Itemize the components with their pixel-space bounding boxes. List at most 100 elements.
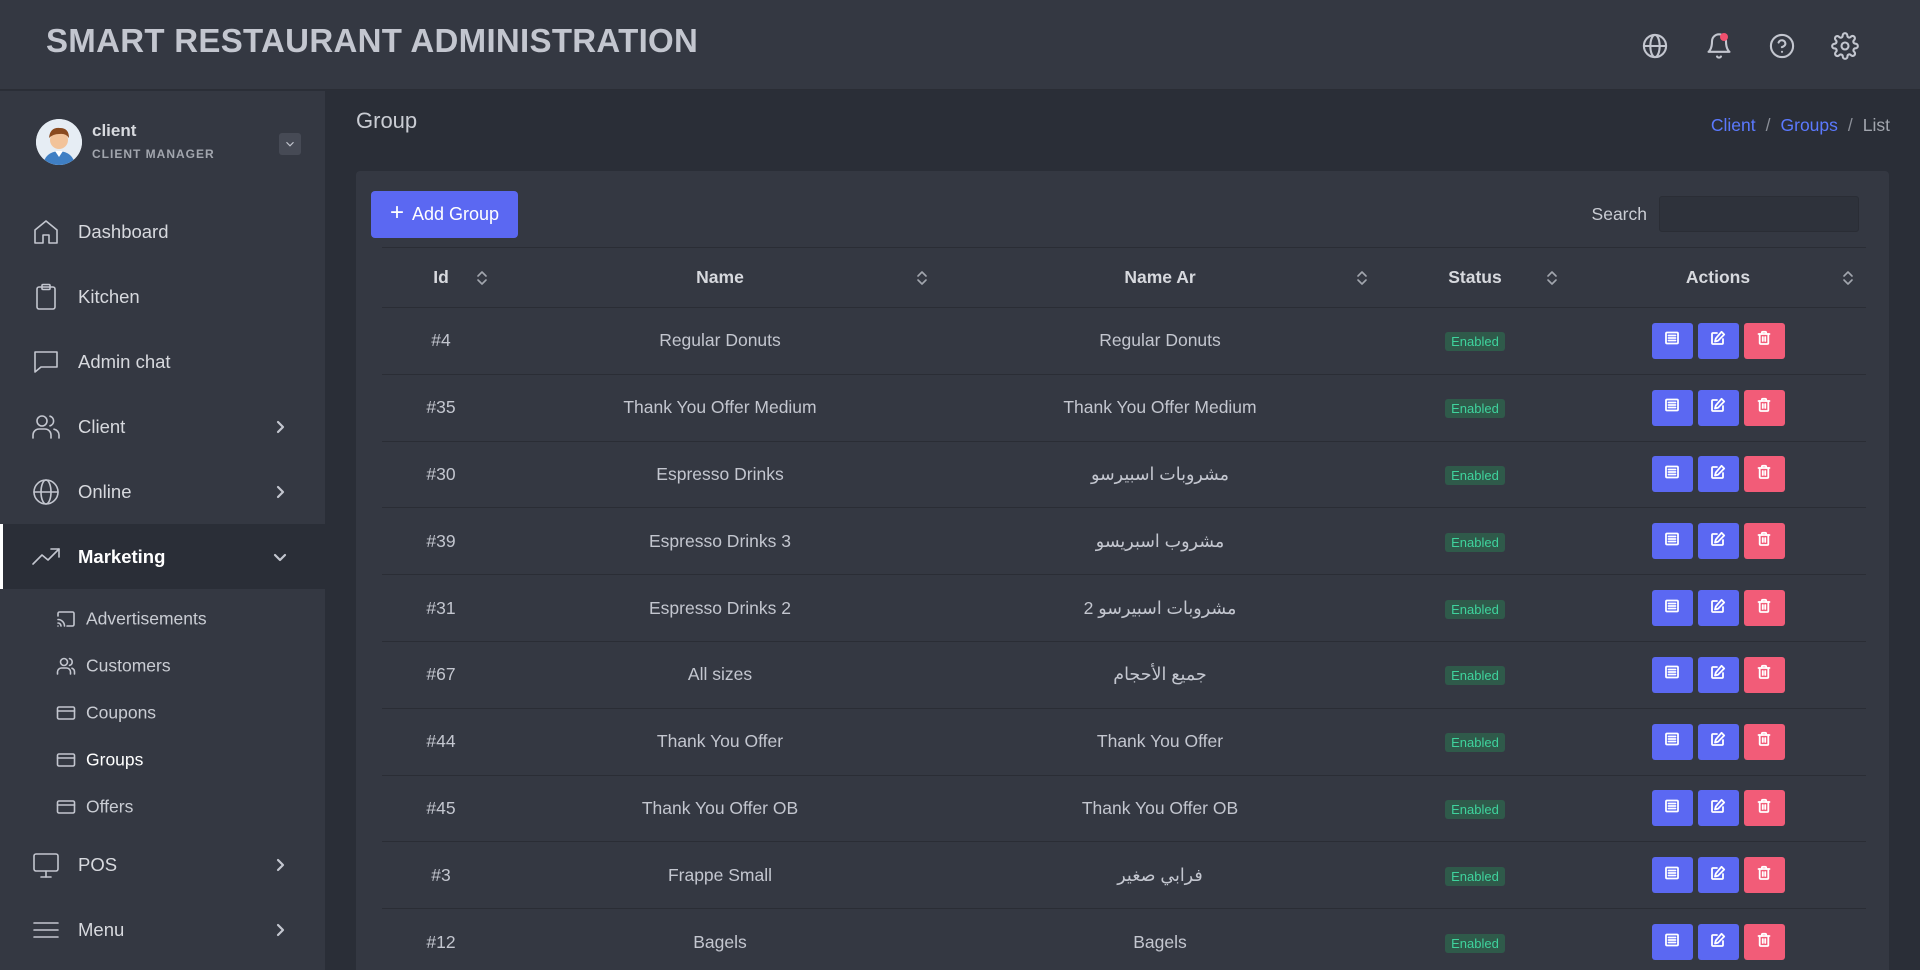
cell-name: Espresso Drinks 3 bbox=[500, 507, 940, 576]
sidebar-item-admin-chat[interactable]: Admin chat bbox=[0, 329, 325, 394]
sidebar-subitem-advertisements[interactable]: Advertisements bbox=[0, 595, 325, 642]
view-button[interactable] bbox=[1651, 456, 1693, 493]
sidebar-subitem-groups[interactable]: Groups bbox=[0, 736, 325, 783]
table-row: #44 Thank You Offer Thank You Offer Enabled bbox=[382, 708, 1866, 776]
sidebar-item-pos[interactable]: POS bbox=[0, 832, 325, 897]
delete-button[interactable] bbox=[1743, 857, 1785, 894]
sort-icon[interactable] bbox=[476, 269, 488, 287]
delete-button[interactable] bbox=[1743, 389, 1785, 426]
trash-icon bbox=[1756, 598, 1772, 619]
sort-icon[interactable] bbox=[1842, 269, 1854, 287]
help-icon[interactable] bbox=[1764, 28, 1800, 64]
edit-button[interactable] bbox=[1697, 456, 1739, 493]
sidebar-subitem-coupons[interactable]: Coupons bbox=[0, 689, 325, 736]
column-header-label: Status bbox=[1448, 267, 1502, 287]
column-header-actions[interactable]: Actions bbox=[1570, 247, 1866, 308]
delete-button[interactable] bbox=[1743, 656, 1785, 693]
sort-icon[interactable] bbox=[916, 269, 928, 287]
trash-icon bbox=[1756, 932, 1772, 953]
profile-role: CLIENT MANAGER bbox=[92, 147, 215, 161]
sort-icon[interactable] bbox=[1356, 269, 1368, 287]
cell-actions bbox=[1570, 574, 1866, 642]
edit-icon bbox=[1710, 531, 1726, 552]
bell-icon[interactable] bbox=[1701, 28, 1737, 64]
add-group-button[interactable]: + Add Group bbox=[371, 191, 518, 238]
users-icon bbox=[30, 411, 62, 443]
trash-icon bbox=[1756, 798, 1772, 819]
column-header-status[interactable]: Status bbox=[1380, 247, 1570, 308]
list-icon bbox=[1664, 330, 1680, 351]
edit-button[interactable] bbox=[1697, 723, 1739, 760]
sidebar-item-label: Online bbox=[78, 480, 132, 502]
cell-name: Frappe Small bbox=[500, 841, 940, 910]
search-input[interactable] bbox=[1659, 196, 1859, 232]
cell-name-ar: Thank You Offer OB bbox=[940, 775, 1380, 843]
edit-button[interactable] bbox=[1697, 590, 1739, 627]
column-header-name[interactable]: Name bbox=[500, 247, 940, 308]
table-row: #67 All sizes جميع الأحجام Enabled bbox=[382, 641, 1866, 709]
delete-button[interactable] bbox=[1743, 590, 1785, 627]
delete-button[interactable] bbox=[1743, 790, 1785, 827]
sidebar-item-label: POS bbox=[78, 853, 118, 875]
chevron-right-icon bbox=[273, 858, 287, 872]
table-row: #31 Espresso Drinks 2 مشروبات اسبيرسو 2 Ena… bbox=[382, 574, 1866, 642]
sidebar-subitem-offers[interactable]: Offers bbox=[0, 783, 325, 830]
sidebar-item-client[interactable]: Client bbox=[0, 394, 325, 459]
cell-name-ar: مشروبات اسبيرسو 2 bbox=[940, 574, 1380, 642]
edit-button[interactable] bbox=[1697, 523, 1739, 560]
delete-button[interactable] bbox=[1743, 924, 1785, 961]
sidebar-item-menu[interactable]: Menu bbox=[0, 897, 325, 962]
sidebar-item-dashboard[interactable]: Dashboard bbox=[0, 199, 325, 264]
view-button[interactable] bbox=[1651, 790, 1693, 827]
breadcrumb-client-link[interactable]: Client bbox=[1711, 115, 1756, 136]
sidebar-subitem-customers[interactable]: Customers bbox=[0, 642, 325, 689]
view-button[interactable] bbox=[1651, 924, 1693, 961]
edit-icon bbox=[1710, 397, 1726, 418]
view-button[interactable] bbox=[1651, 723, 1693, 760]
list-icon bbox=[1664, 865, 1680, 886]
sidebar-item-marketing[interactable]: Marketing bbox=[0, 524, 325, 589]
edit-button[interactable] bbox=[1697, 924, 1739, 961]
view-button[interactable] bbox=[1651, 656, 1693, 693]
edit-button[interactable] bbox=[1697, 656, 1739, 693]
gear-icon[interactable] bbox=[1827, 28, 1863, 64]
cell-name: Espresso Drinks bbox=[500, 441, 940, 509]
edit-icon bbox=[1710, 330, 1726, 351]
delete-button[interactable] bbox=[1743, 456, 1785, 493]
sidebar-item-label: Kitchen bbox=[78, 285, 140, 307]
cell-id: #45 bbox=[382, 775, 500, 843]
column-header-name-ar[interactable]: Name Ar bbox=[940, 247, 1380, 308]
edit-icon bbox=[1710, 731, 1726, 752]
breadcrumb: Client / Groups / List bbox=[1711, 115, 1890, 136]
cell-status: Enabled bbox=[1380, 775, 1570, 843]
view-button[interactable] bbox=[1651, 590, 1693, 627]
home-icon bbox=[30, 216, 62, 248]
sidebar-item-online[interactable]: Online bbox=[0, 459, 325, 524]
delete-button[interactable] bbox=[1743, 322, 1785, 359]
sort-icon[interactable] bbox=[1546, 269, 1558, 287]
breadcrumb-groups-link[interactable]: Groups bbox=[1781, 115, 1838, 136]
view-button[interactable] bbox=[1651, 523, 1693, 560]
view-button[interactable] bbox=[1651, 389, 1693, 426]
delete-button[interactable] bbox=[1743, 723, 1785, 760]
list-icon bbox=[1664, 598, 1680, 619]
edit-button[interactable] bbox=[1697, 857, 1739, 894]
chat-icon bbox=[30, 346, 62, 378]
column-header-id[interactable]: Id bbox=[382, 247, 500, 308]
status-badge: Enabled bbox=[1445, 866, 1505, 886]
edit-button[interactable] bbox=[1697, 322, 1739, 359]
sidebar-subitem-label: Groups bbox=[86, 749, 144, 769]
list-icon bbox=[1664, 731, 1680, 752]
cell-actions bbox=[1570, 775, 1866, 843]
delete-button[interactable] bbox=[1743, 523, 1785, 560]
cell-name: All sizes bbox=[500, 641, 940, 709]
edit-button[interactable] bbox=[1697, 389, 1739, 426]
view-button[interactable] bbox=[1651, 322, 1693, 359]
sidebar-item-kitchen[interactable]: Kitchen bbox=[0, 264, 325, 329]
globe-icon[interactable] bbox=[1637, 28, 1673, 64]
edit-button[interactable] bbox=[1697, 790, 1739, 827]
trash-icon bbox=[1756, 330, 1772, 351]
top-header: SMART RESTAURANT ADMINISTRATION bbox=[0, 0, 1920, 90]
view-button[interactable] bbox=[1651, 857, 1693, 894]
profile-dropdown-button[interactable] bbox=[279, 133, 301, 155]
